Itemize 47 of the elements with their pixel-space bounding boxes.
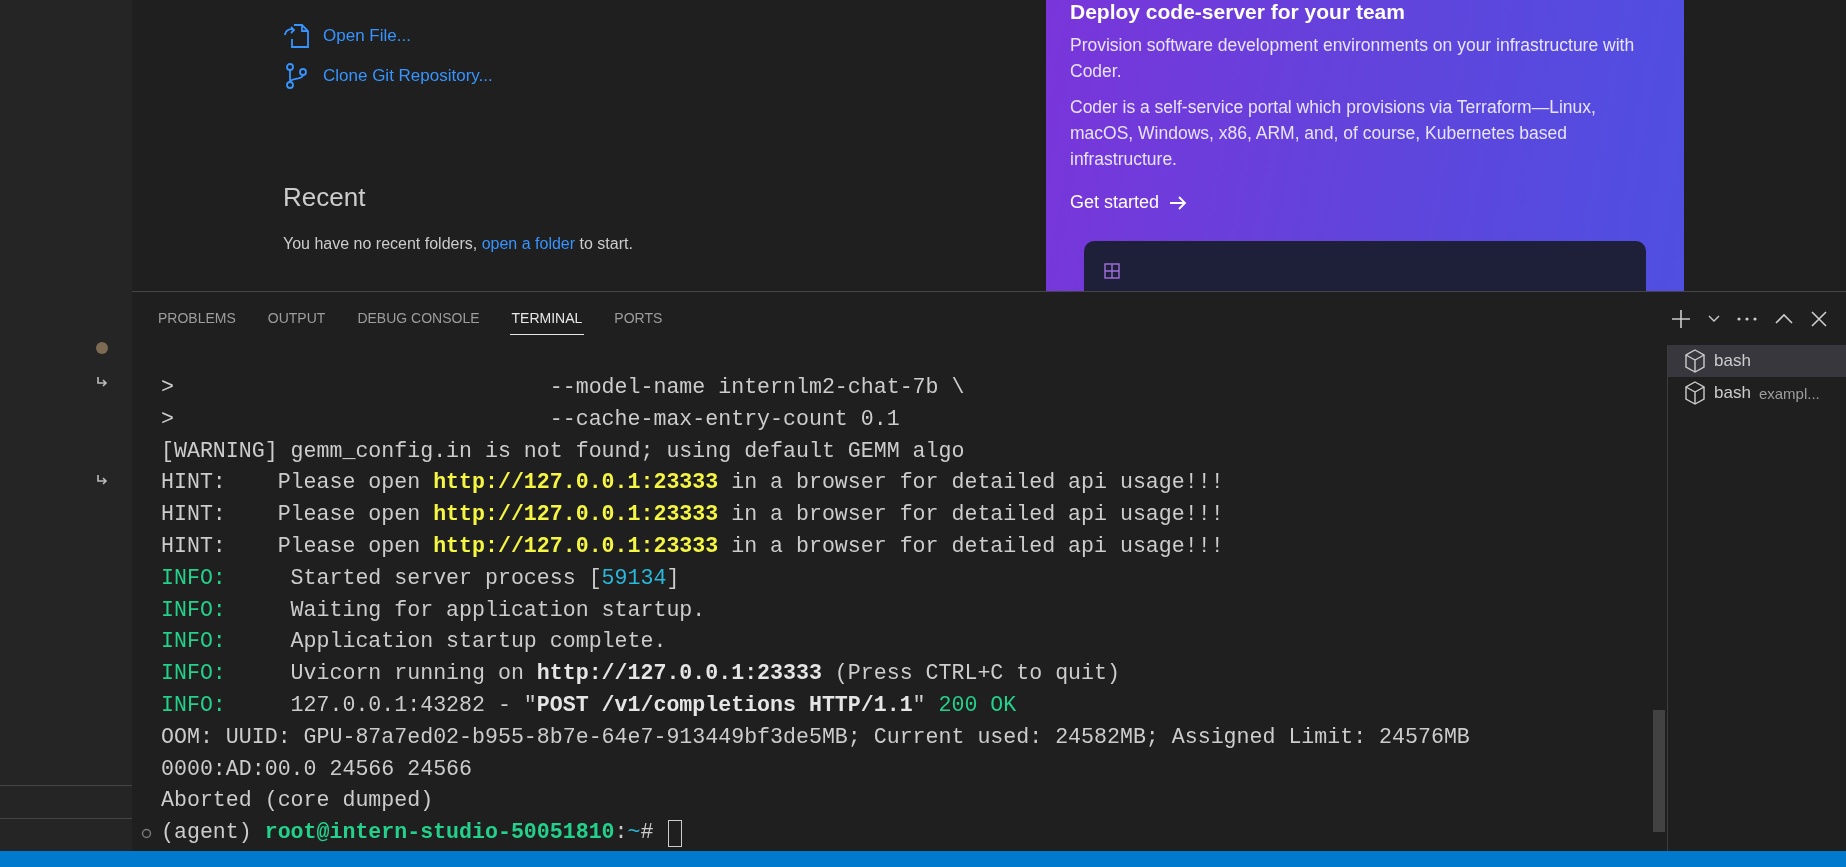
terminal-line: [WARNING] gemm_config.in is not found; using default GEMM algo: [161, 437, 965, 465]
promo-text: Coder is a self-service portal which provisions via Terraform—Linux, macOS, Windows, x86, ARM, and, of course, Kubernetes based infrastructure.: [1070, 96, 1597, 171]
start-link[interactable]: Open File...: [283, 22, 1046, 50]
terminal-session-item[interactable]: bash exampl...: [1668, 377, 1846, 409]
terminal-session-item[interactable]: bash: [1668, 345, 1846, 377]
get-started-link[interactable]: Get started: [1070, 192, 1188, 213]
terminal-cursor: [668, 819, 683, 847]
terminal-line: INFO: Waiting for application startup.: [161, 596, 706, 624]
promo-text: Provision software development environments on your infrastructure with Coder.: [1070, 34, 1636, 83]
terminal-cube-icon: [1684, 381, 1706, 405]
panel-tab[interactable]: DEBUG CONSOLE: [355, 302, 482, 335]
chevron-up-icon: [1774, 312, 1794, 325]
recent-message: You have no recent folders, open a folder to start.: [283, 235, 634, 253]
terminal-line: INFO: Started server process [59134]: [161, 564, 680, 592]
terminal-line: INFO: 127.0.0.1:43282 - "POST /v1/completions HTTP/1.1" 200 OK: [161, 691, 1017, 719]
status-dot-icon: [96, 342, 108, 354]
terminal-line: HINT: Please open http://127.0.0.1:23333 in a browser for detailed api usage!!!: [161, 469, 1224, 497]
terminal-line: > --cache-max-entry-count 0.1: [161, 405, 900, 433]
panel-tab[interactable]: PORTS: [612, 302, 665, 335]
more-icon: [1736, 315, 1758, 322]
section-title: Recent: [283, 182, 367, 213]
terminal-line: OOM: UUID: GPU-87a7ed02-b955-8b7e-64e7-913449bf3de5MB; Current used: 24582MB; Assigned Limit: 24576MB: [161, 723, 1470, 751]
terminal-cube-icon: [1684, 349, 1706, 373]
prompt-circle-icon: [141, 827, 152, 839]
grid-icon: [1104, 263, 1120, 279]
scrollbar-thumb[interactable]: [1653, 710, 1665, 832]
panel-tab[interactable]: TERMINAL: [509, 302, 585, 335]
terminal-line: HINT: Please open http://127.0.0.1:23333 in a browser for detailed api usage!!!: [161, 501, 1224, 529]
panel-tab[interactable]: OUTPUT: [265, 302, 328, 335]
terminal-line: Aborted (core dumped): [161, 787, 434, 815]
terminal-line: INFO: Application startup complete.: [161, 628, 667, 656]
file-icon: [283, 22, 311, 50]
terminal-line: HINT: Please open http://127.0.0.1:23333 in a browser for detailed api usage!!!: [161, 533, 1224, 560]
plus-icon: [1670, 307, 1692, 330]
close-icon: [1810, 309, 1828, 328]
return-arrow-icon: [96, 376, 108, 388]
start-link[interactable]: Clone Git Repository...: [283, 62, 1046, 90]
terminal-line: > --model-name internlm2-chat-7b \: [161, 374, 965, 401]
terminal-prompt: (agent) root@intern-studio-50051810:~#: [161, 819, 655, 847]
caret-icon: [1708, 314, 1720, 323]
panel-tab[interactable]: PROBLEMS: [156, 302, 238, 335]
terminal-line: INFO: Uvicorn running on http://127.0.0.1:23333 (Press CTRL+C to quit): [161, 660, 1120, 688]
promo-title: Deploy code-server for your team: [1070, 0, 1406, 24]
arrow-icon: [1169, 194, 1188, 211]
open-folder-link[interactable]: open a folder: [481, 235, 576, 252]
return-arrow-icon: [96, 474, 108, 486]
terminal-line: 0000:AD:00.0 24566 24566: [161, 755, 472, 783]
